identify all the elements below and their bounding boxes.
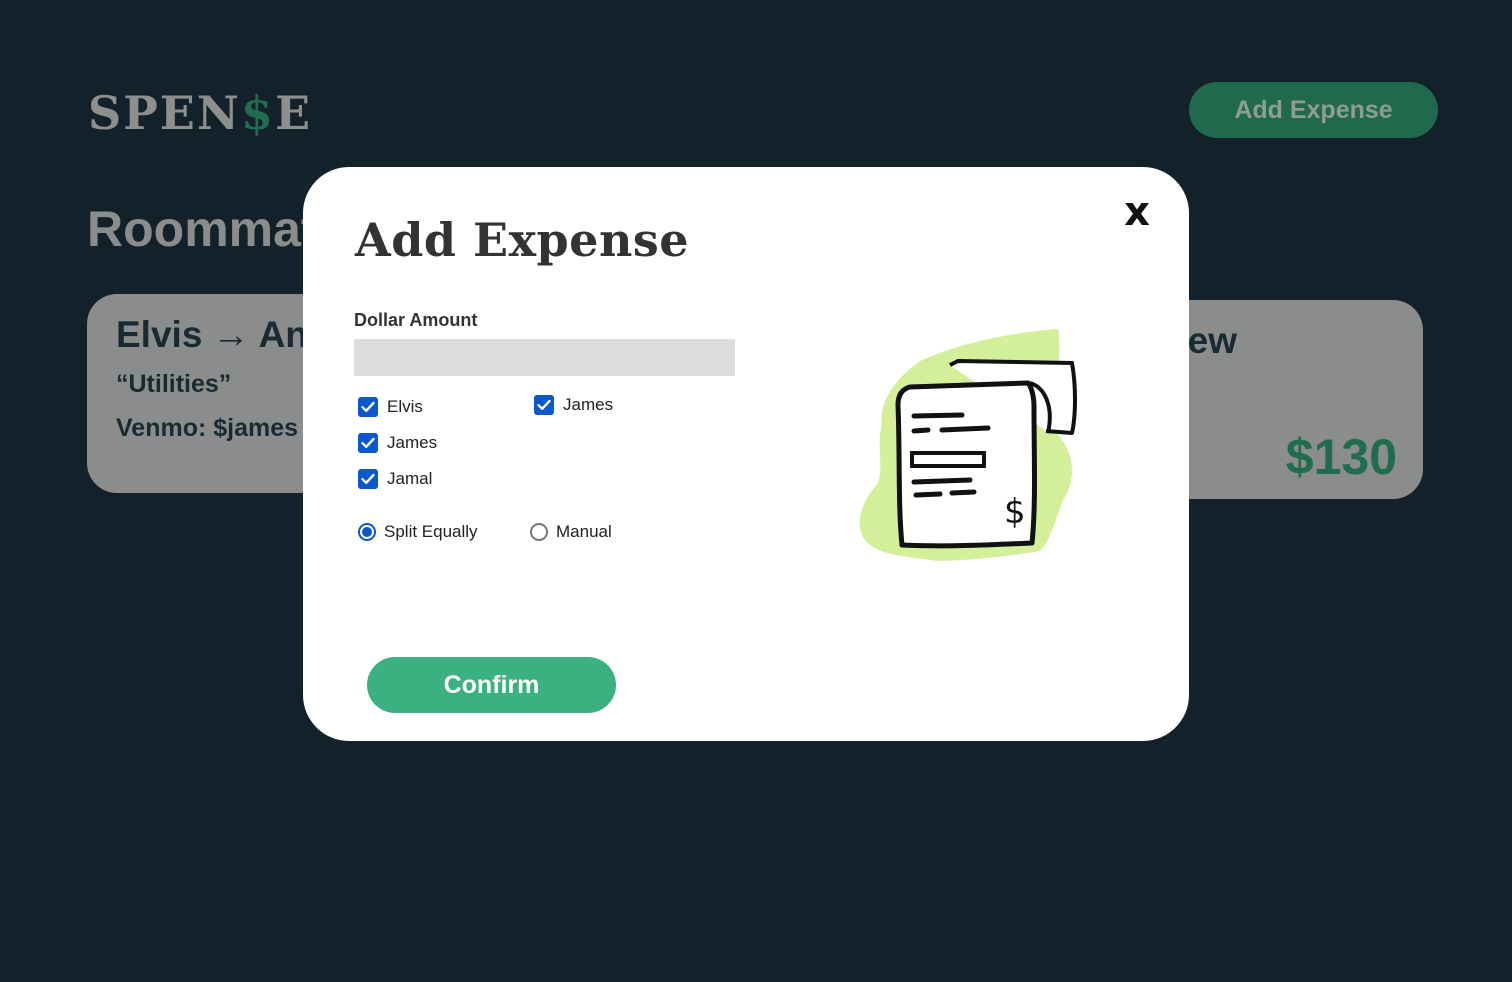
add-expense-button[interactable]: Add Expense bbox=[1189, 82, 1438, 138]
section-title: Roommat bbox=[87, 201, 318, 257]
split-equally-radio[interactable]: Split Equally bbox=[358, 522, 478, 542]
person-checkbox-james-2[interactable]: James bbox=[534, 395, 613, 415]
person-checkbox-james[interactable]: James bbox=[358, 433, 437, 453]
receipt-illustration: $ bbox=[858, 325, 1088, 565]
person-label: James bbox=[387, 433, 438, 452]
card-note: “Utilities” bbox=[116, 370, 232, 398]
card-payer-payee: Elvis → An bbox=[116, 314, 308, 355]
person-label: Elvis bbox=[387, 397, 423, 416]
checkbox-checked-icon[interactable] bbox=[358, 433, 378, 453]
confirm-button[interactable]: Confirm bbox=[367, 657, 616, 713]
logo-text-start: SPEN bbox=[88, 86, 241, 140]
card-payer-payee: ew bbox=[1187, 320, 1237, 361]
logo-text-end: E bbox=[274, 86, 312, 140]
checkbox-checked-icon[interactable] bbox=[358, 397, 378, 417]
person-checkbox-jamal[interactable]: Jamal bbox=[358, 469, 432, 489]
logo-dollar-sign: $ bbox=[240, 86, 275, 140]
radio-label: Manual bbox=[556, 522, 612, 541]
card-amount: $130 bbox=[1285, 429, 1397, 485]
dollar-amount-label: Dollar Amount bbox=[354, 310, 478, 330]
radio-label: Split Equally bbox=[384, 522, 478, 541]
person-label: Jamal bbox=[387, 469, 433, 488]
radio-unselected-icon[interactable] bbox=[530, 523, 548, 541]
add-expense-modal: x Add Expense Dollar Amount Elvis James … bbox=[303, 167, 1189, 741]
app-page: SPEN$E Add Expense Roommat Elvis → An “U… bbox=[0, 0, 1512, 982]
app-logo: SPEN$E bbox=[88, 86, 312, 140]
checkbox-checked-icon[interactable] bbox=[358, 469, 378, 489]
manual-split-radio[interactable]: Manual bbox=[530, 522, 612, 542]
close-button[interactable]: x bbox=[1119, 189, 1155, 235]
receipt-dollar-symbol: $ bbox=[1004, 492, 1026, 532]
card-venmo: Venmo: $james bbox=[116, 414, 299, 442]
checkbox-checked-icon[interactable] bbox=[534, 395, 554, 415]
modal-title: Add Expense bbox=[355, 213, 690, 267]
radio-dot bbox=[362, 527, 372, 537]
person-checkbox-elvis[interactable]: Elvis bbox=[358, 397, 423, 417]
radio-selected-icon[interactable] bbox=[358, 523, 376, 541]
person-label: James bbox=[563, 395, 614, 414]
dollar-amount-input[interactable] bbox=[354, 339, 735, 376]
receipt-icon: $ bbox=[859, 329, 1077, 561]
